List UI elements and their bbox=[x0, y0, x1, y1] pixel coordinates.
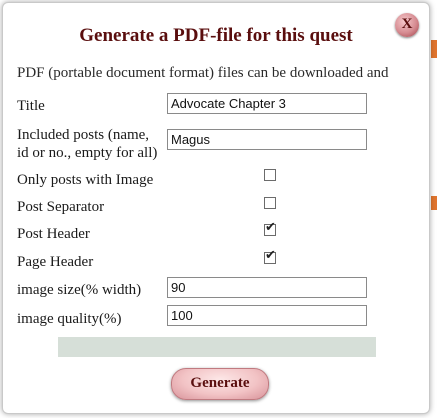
checkmark-icon: ✔ bbox=[265, 220, 276, 235]
page-header-checkbox[interactable]: ✔ bbox=[264, 248, 276, 264]
posts-label-line1: Included posts (name, bbox=[17, 127, 150, 143]
posts-label: Included posts (name, id or no., empty f… bbox=[17, 126, 157, 162]
post-header-checkbox[interactable]: ✔ bbox=[264, 220, 276, 236]
separator-checkbox[interactable] bbox=[264, 197, 276, 209]
image-size-input[interactable] bbox=[167, 277, 367, 298]
pdf-dialog: Generate a PDF-file for this quest X PDF… bbox=[2, 2, 430, 414]
background-accent bbox=[431, 40, 437, 58]
posts-input[interactable] bbox=[167, 129, 367, 150]
checkmark-icon: ✔ bbox=[265, 248, 276, 263]
only-image-checkbox[interactable] bbox=[264, 169, 276, 181]
image-quality-label: image quality(%) bbox=[17, 311, 122, 327]
only-image-label: Only posts with Image bbox=[17, 172, 154, 188]
title-label: Title bbox=[17, 98, 45, 114]
background-accent bbox=[431, 196, 437, 210]
image-size-label: image size(% width) bbox=[17, 282, 142, 298]
separator-label: Post Separator bbox=[17, 199, 105, 215]
image-quality-input[interactable] bbox=[167, 305, 367, 326]
title-input[interactable] bbox=[167, 93, 367, 114]
dialog-title: Generate a PDF-file for this quest bbox=[79, 25, 353, 46]
generate-button[interactable]: Generate bbox=[171, 368, 269, 400]
page-header-label: Page Header bbox=[17, 254, 94, 270]
close-icon: X bbox=[401, 16, 413, 32]
intro-text: PDF (portable document format) files can… bbox=[17, 65, 389, 81]
posts-label-line2: id or no., empty for all) bbox=[17, 145, 158, 161]
progress-bar bbox=[58, 337, 376, 357]
post-header-label: Post Header bbox=[17, 226, 90, 242]
close-button[interactable]: X bbox=[395, 13, 419, 37]
